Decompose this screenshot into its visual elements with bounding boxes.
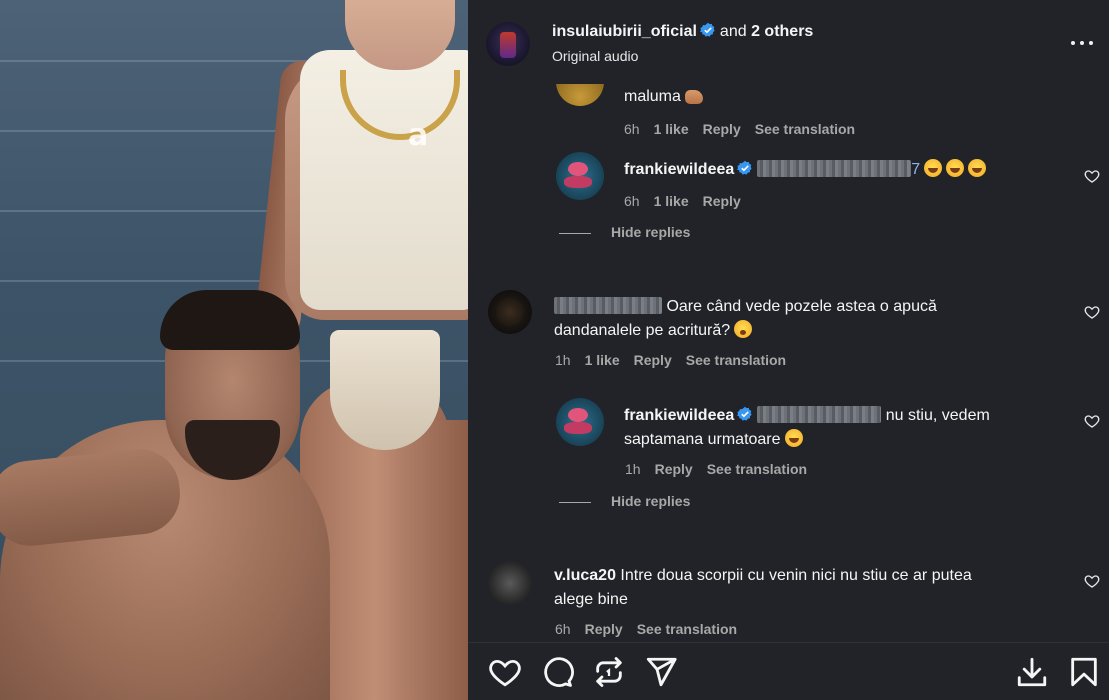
more-options-icon[interactable] — [1071, 32, 1095, 52]
reply-button[interactable]: Reply — [655, 461, 693, 477]
send-icon[interactable] — [644, 655, 678, 689]
hide-replies-label: Hide replies — [611, 493, 691, 509]
redacted-mention[interactable] — [757, 406, 882, 423]
repost-icon[interactable] — [592, 655, 626, 689]
audio-label[interactable]: Original audio — [552, 48, 638, 64]
comment-meta: 6h Reply See translation — [555, 621, 751, 637]
comment-time: 6h — [624, 121, 640, 137]
comment-time: 6h — [624, 193, 640, 209]
see-translation-link[interactable]: See translation — [755, 121, 855, 137]
comment-time: 1h — [625, 461, 641, 477]
like-comment-heart-icon[interactable] — [1084, 304, 1100, 320]
reply-button[interactable]: Reply — [585, 621, 623, 637]
post-action-bar — [468, 642, 1109, 700]
like-comment-heart-icon[interactable] — [1084, 413, 1100, 429]
comment-text: maluma — [624, 88, 681, 105]
verified-badge-icon — [700, 22, 715, 37]
redacted-mention — [757, 160, 912, 177]
grimacing-emoji — [784, 429, 803, 447]
comment-time: 6h — [555, 621, 571, 637]
flexed-biceps-emoji — [684, 90, 703, 104]
comment-avatar[interactable] — [488, 561, 532, 605]
comments-list[interactable]: maluma 6h 1 like Reply See translation fran… — [468, 84, 1109, 642]
comment-meta: 1h 1 like Reply See translation — [555, 352, 800, 368]
comment-username[interactable]: frankiewildeea — [624, 407, 734, 424]
comment-avatar[interactable] — [556, 398, 604, 446]
comment-likes[interactable]: 1 like — [654, 193, 689, 209]
post-media-image[interactable]: a — [0, 0, 468, 700]
see-translation-link[interactable]: See translation — [637, 621, 737, 637]
redacted-username[interactable] — [554, 297, 662, 314]
collaborators-link[interactable]: 2 others — [751, 23, 813, 40]
mention-suffix[interactable]: 7 — [911, 161, 920, 178]
comment-text: Oare când vede pozele astea o apucă — [666, 298, 937, 315]
channel-watermark-logo: a — [408, 118, 429, 153]
comment-time: 1h — [555, 352, 571, 368]
like-comment-heart-icon[interactable] — [1084, 168, 1100, 184]
reply-button[interactable]: Reply — [634, 352, 672, 368]
comment-likes[interactable]: 1 like — [654, 121, 689, 137]
reply-button[interactable]: Reply — [703, 193, 741, 209]
bookmark-icon[interactable] — [1067, 655, 1101, 689]
comment-body: maluma — [624, 88, 703, 106]
see-translation-link[interactable]: See translation — [686, 352, 786, 368]
post-authors: insulaiubirii_oficial and 2 others — [552, 22, 813, 41]
comment-body: v.luca20 Intre doua scorpii cu venin nic… — [554, 564, 1074, 612]
like-comment-heart-icon[interactable] — [1084, 573, 1100, 589]
reply-button[interactable]: Reply — [703, 121, 741, 137]
comment-meta: 1h Reply See translation — [625, 461, 821, 477]
comment-body: frankiewildeea 7 — [624, 159, 987, 179]
see-translation-link[interactable]: See translation — [707, 461, 807, 477]
author-username[interactable]: insulaiubirii_oficial — [552, 23, 697, 40]
post-header: insulaiubirii_oficial and 2 others Origin… — [468, 0, 1109, 84]
grinning-emoji — [924, 159, 943, 177]
comment-meta: 6h 1 like Reply See translation — [624, 121, 869, 137]
comment-avatar[interactable] — [556, 152, 604, 200]
woman-bikini-bottom — [330, 330, 440, 450]
comment-text: dandanalele pe acritură? — [554, 322, 731, 339]
man-hair — [160, 290, 300, 350]
verified-badge-icon — [737, 160, 752, 175]
comments-panel: insulaiubirii_oficial and 2 others Origin… — [468, 0, 1109, 700]
download-icon[interactable] — [1015, 655, 1049, 689]
hide-replies-button[interactable]: Hide replies — [559, 493, 690, 509]
grinning-emoji — [946, 159, 965, 177]
author-avatar[interactable] — [486, 22, 530, 66]
comment-avatar[interactable] — [556, 84, 604, 106]
hide-replies-label: Hide replies — [611, 224, 691, 240]
comment-text: Intre doua scorpii cu venin nici nu stiu… — [620, 567, 972, 584]
comment-text: saptamana urmatoare — [624, 431, 781, 448]
grinning-emoji — [968, 159, 987, 177]
comment-avatar[interactable] — [488, 290, 532, 334]
hide-replies-button[interactable]: Hide replies — [559, 224, 690, 240]
comment-text: nu stiu, vedem — [885, 407, 990, 424]
comment-meta: 6h 1 like Reply — [624, 193, 755, 209]
and-text: and — [719, 23, 747, 40]
heart-icon[interactable] — [488, 655, 522, 689]
comment-icon[interactable] — [540, 655, 574, 689]
comment-username[interactable]: frankiewildeea — [624, 161, 734, 178]
comment-body: Oare când vede pozele astea o apucă dand… — [554, 295, 1054, 343]
comment-username[interactable]: v.luca20 — [554, 567, 616, 584]
verified-badge-icon — [737, 406, 752, 421]
comment-body: frankiewildeea nu stiu, vedem saptamana … — [624, 404, 1064, 452]
comment-text: alege bine — [554, 591, 628, 608]
woman-leg — [395, 420, 468, 700]
flushed-face-emoji — [734, 320, 753, 338]
comment-likes[interactable]: 1 like — [585, 352, 620, 368]
